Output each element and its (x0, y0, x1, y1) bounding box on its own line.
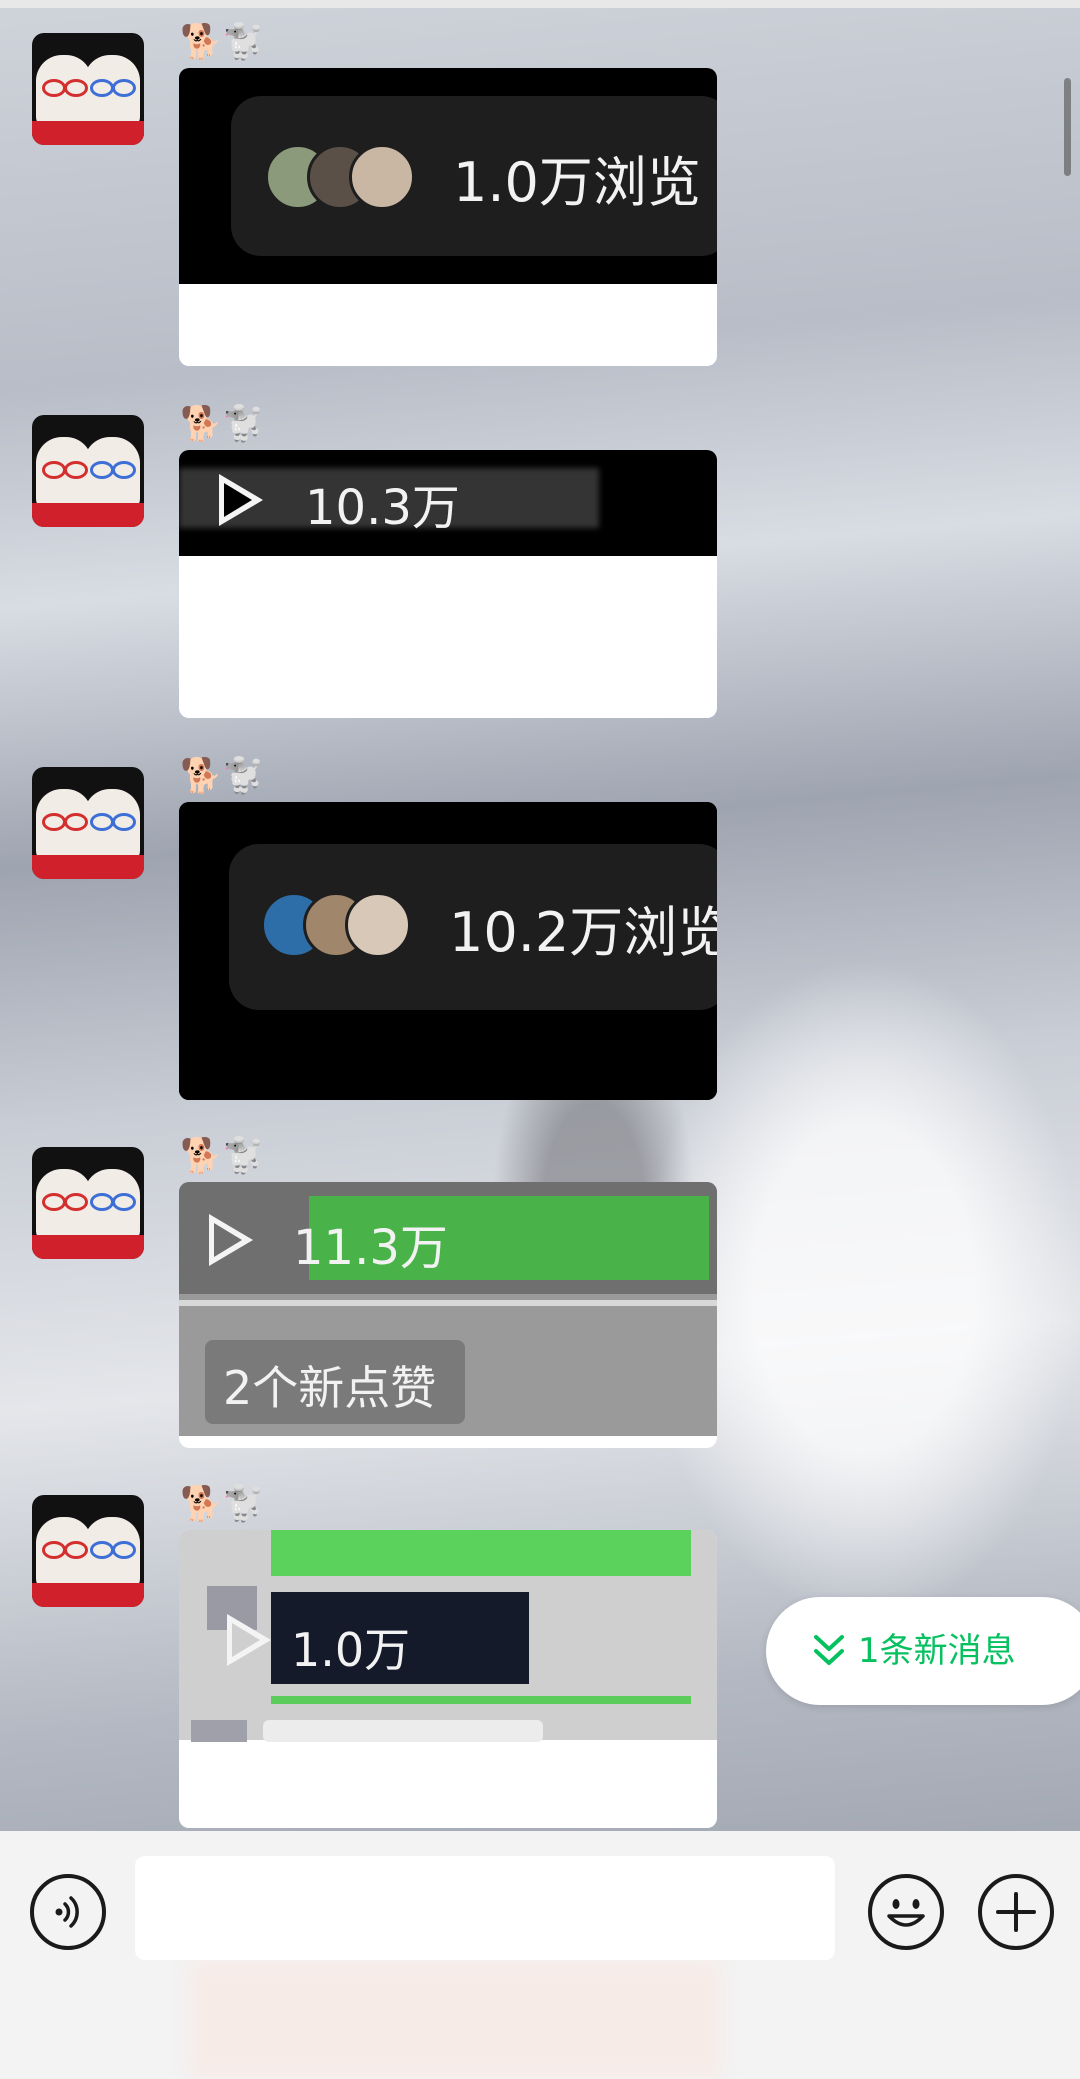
status-bar-edge (0, 0, 1080, 8)
sender-avatar[interactable] (32, 33, 144, 145)
views-count: 10.2万浏览 (449, 901, 717, 964)
views-count: 1.0万浏览 (453, 151, 701, 214)
sender-nickname: 🐕🐩 (180, 22, 265, 62)
message-input[interactable] (135, 1856, 835, 1960)
emoji-icon[interactable] (868, 1874, 944, 1950)
message-image-card[interactable]: 10.3万 (179, 450, 717, 718)
sender-avatar[interactable] (32, 1495, 144, 1607)
plays-count: 10.3万 (305, 480, 460, 536)
sender-nickname: 🐕🐩 (180, 1136, 265, 1176)
plays-count: 11.3万 (293, 1220, 448, 1276)
message-image-card[interactable]: 1.0万 (179, 1530, 717, 1828)
double-chevron-down-icon (812, 1631, 846, 1680)
plus-icon[interactable] (978, 1874, 1054, 1950)
message-image-card[interactable]: 10.2万浏览 (179, 802, 717, 1100)
sender-nickname: 🐕🐩 (180, 1484, 265, 1524)
new-messages-label: 1条新消息 (858, 1631, 1016, 1671)
sender-avatar[interactable] (32, 415, 144, 527)
message-image-card[interactable]: 1.0万浏览 (179, 68, 717, 366)
input-bar (0, 1831, 1080, 2079)
sender-nickname: 🐕🐩 (180, 404, 265, 444)
sender-avatar[interactable] (32, 1147, 144, 1259)
sender-avatar[interactable] (32, 767, 144, 879)
likes-count: 2个新点赞 (223, 1361, 437, 1415)
message-image-card[interactable]: 11.3万 2个新点赞 (179, 1182, 717, 1448)
plays-count: 1.0万 (291, 1623, 411, 1677)
scroll-indicator[interactable] (1064, 78, 1071, 176)
voice-icon[interactable] (30, 1874, 106, 1950)
new-messages-button[interactable]: 1条新消息 (766, 1597, 1080, 1705)
sender-nickname: 🐕🐩 (180, 756, 265, 796)
